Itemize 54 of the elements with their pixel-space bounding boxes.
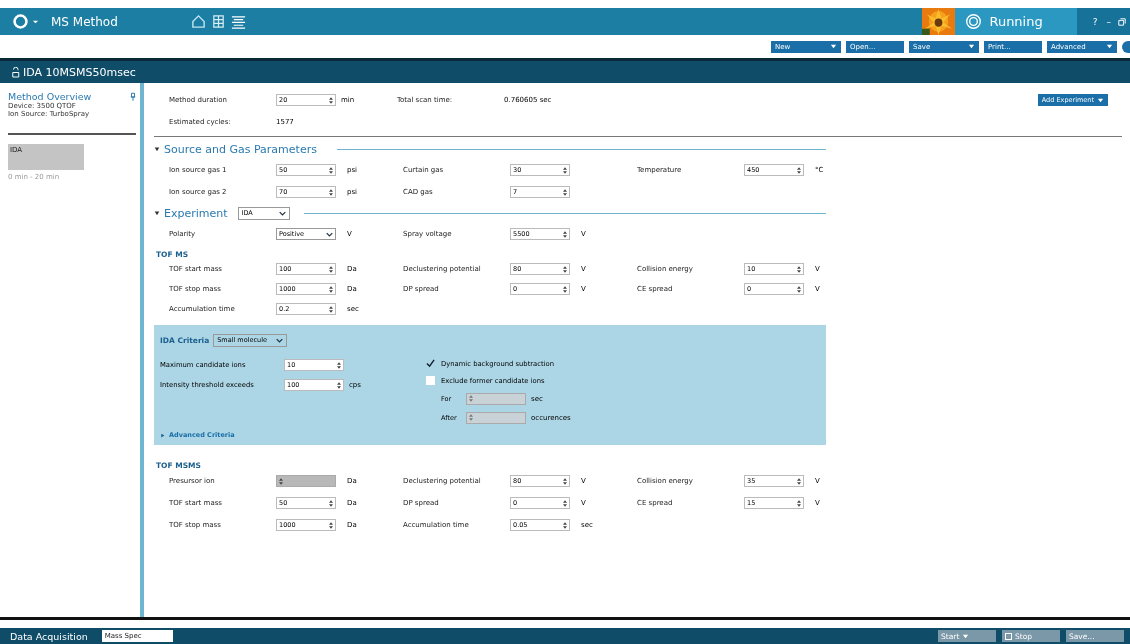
spinner-icon[interactable] <box>563 229 567 239</box>
spinner-icon[interactable] <box>797 476 801 486</box>
section-title: Experiment <box>164 206 228 220</box>
checkbox[interactable] <box>426 359 435 368</box>
spinner-icon[interactable] <box>563 284 567 294</box>
ring-icon <box>965 13 983 30</box>
restore-icon[interactable] <box>1118 17 1126 26</box>
minimize-button[interactable]: – <box>1104 16 1113 27</box>
app-title: MS Method <box>51 14 119 29</box>
caret-icon[interactable] <box>154 146 160 152</box>
spinner-icon[interactable] <box>563 264 567 274</box>
home-icon[interactable] <box>191 14 206 29</box>
spinner-icon[interactable] <box>797 264 801 274</box>
spinner-icon[interactable] <box>563 187 567 197</box>
spinner-icon[interactable] <box>797 498 801 508</box>
caret-icon <box>1097 96 1104 104</box>
logo-icon[interactable] <box>12 13 29 30</box>
spinner-icon[interactable] <box>563 520 567 530</box>
stop-icon <box>1005 632 1012 640</box>
spinner-icon[interactable] <box>329 264 333 274</box>
spinner-icon[interactable] <box>329 498 333 508</box>
help-button[interactable]: ? <box>1090 16 1100 27</box>
document-title: IDA 10MSMS50msec <box>23 65 136 79</box>
spinner-icon[interactable] <box>797 284 801 294</box>
chevron-icon <box>278 210 286 216</box>
section-title: Source and Gas Parameters <box>164 142 317 156</box>
sidebar-title: Method Overview <box>8 91 92 102</box>
spinner-icon[interactable] <box>337 380 341 390</box>
spinner-icon[interactable] <box>797 165 801 175</box>
caret-icon <box>968 43 975 50</box>
checkbox[interactable] <box>426 376 435 385</box>
grid-icon[interactable] <box>211 14 226 29</box>
status-text: Running <box>989 14 1043 29</box>
spinner-icon[interactable] <box>563 498 567 508</box>
chevron-icon <box>276 337 284 343</box>
spinner-icon[interactable] <box>329 304 333 314</box>
round-button[interactable] <box>1122 40 1130 53</box>
spinner-icon[interactable] <box>563 476 567 486</box>
spinner-icon[interactable] <box>329 187 333 197</box>
spinner-icon[interactable] <box>337 360 341 370</box>
spinner-icon[interactable] <box>329 95 333 105</box>
panel-title: Data Acquisition <box>10 630 88 642</box>
spinner-icon[interactable] <box>563 165 567 175</box>
caret-icon <box>962 632 970 640</box>
spinner-icon[interactable] <box>329 165 333 175</box>
caret-icon <box>1106 43 1113 50</box>
spinner-icon[interactable] <box>329 520 333 530</box>
caret-icon <box>830 43 837 50</box>
pin-icon[interactable] <box>130 91 136 102</box>
unlock-icon <box>12 66 21 78</box>
layout-icon[interactable] <box>231 14 246 29</box>
chevron-icon <box>326 231 333 237</box>
caret-icon[interactable] <box>154 210 160 216</box>
spinner-icon[interactable] <box>329 284 333 294</box>
